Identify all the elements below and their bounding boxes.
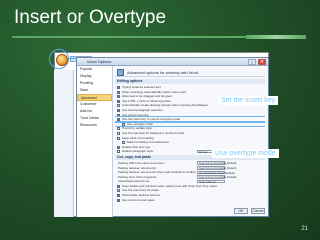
advanced-options-icon (117, 69, 124, 76)
section-heading: Editing options (115, 79, 265, 84)
option-checkbox[interactable] (122, 122, 125, 126)
slide-title: Insert or Overtype (14, 7, 167, 28)
option-label: Prompt to update style (122, 126, 153, 131)
option-checkbox[interactable] (117, 131, 120, 135)
word-document-strip (54, 70, 74, 217)
option-label: Pasting between documents when style def… (118, 170, 197, 175)
close-icon[interactable]: ✕ (258, 59, 266, 65)
option-label: Pasting between documents: (118, 165, 157, 170)
option-dropdown[interactable]: In line with text (197, 179, 225, 184)
option-checkbox[interactable] (117, 95, 120, 99)
nav-item-trust-center[interactable]: Trust Center (77, 115, 112, 122)
option-label: Use smart cut and paste (122, 197, 155, 202)
option-checkbox[interactable] (117, 99, 120, 103)
option-label: Enable click and type (122, 144, 151, 149)
option-checkbox[interactable] (117, 90, 120, 94)
option-checkbox[interactable] (117, 108, 120, 112)
option-label: Typing replaces selected text (122, 85, 161, 89)
option-label: Show Paste Options buttons (122, 193, 160, 198)
option-label: Use smart paragraph selection (122, 107, 163, 112)
nav-item-proofing[interactable]: Proofing (77, 80, 112, 87)
option-dropdown[interactable]: Keep Source Formatting (Default) (197, 166, 236, 170)
title-rule (12, 35, 306, 39)
option-label: Allow text to be dragged and dropped (122, 94, 172, 99)
dialog-title: Word Options (87, 59, 112, 64)
nav-item-advanced[interactable]: Advanced (77, 94, 112, 101)
option-label: Pasting from other programs: (118, 174, 157, 179)
option-checkbox[interactable] (117, 136, 120, 140)
option-checkbox[interactable] (117, 113, 120, 117)
office-button-highlight-circle (49, 49, 69, 69)
option-label: When selecting, automatically select ent… (122, 89, 187, 94)
option-checkbox[interactable] (117, 104, 120, 108)
nav-item-popular[interactable]: Popular (77, 66, 112, 73)
option-dropdown[interactable]: Keep Source Formatting (Default) (197, 161, 236, 165)
nav-item-save[interactable]: Save (77, 87, 112, 94)
option-dropdown[interactable]: Keep Source Formatting (Default) (197, 175, 236, 179)
option-checkbox[interactable] (117, 127, 120, 131)
banner-text: Advanced options for working with Word. (127, 70, 200, 75)
cancel-button[interactable]: Cancel (251, 208, 265, 214)
option-checkbox[interactable] (117, 118, 120, 122)
option-label: Use smart cursoring (122, 112, 149, 117)
option-label: Use overtype mode (127, 121, 154, 126)
title-rule-accent (246, 35, 306, 39)
callout-set-insert-key: Set the insert key (218, 96, 279, 105)
option-label: Keep track of formatting (122, 135, 154, 140)
options-banner: Advanced options for working with Word. (115, 68, 265, 77)
option-label: Mark formatting inconsistencies (127, 140, 170, 145)
option-label: Use the Insert key for paste (122, 188, 159, 193)
callout-use-overtype-mode: Use overtype mode (212, 149, 279, 158)
option-checkbox[interactable] (117, 189, 120, 193)
option-label: Keep bullets and numbers when pasting te… (122, 183, 218, 188)
help-icon[interactable]: ? (248, 59, 256, 65)
ok-button[interactable]: OK (234, 208, 248, 214)
option-label: Default paragraph style: (122, 149, 154, 154)
options-nav: Popular Display Proofing Save Advanced Custom… (77, 66, 113, 217)
option-checkbox[interactable] (117, 198, 120, 202)
option-label: Use the Insert key to control overtype m… (122, 117, 181, 122)
dialog-titlebar: Word Options ? ✕ (77, 58, 268, 66)
option-label: Insert/paste pictures as: (118, 179, 150, 184)
option-dropdown[interactable]: Use Destination Styles (Default) (197, 170, 234, 174)
options-content: Advanced options for working with Word. … (115, 68, 265, 204)
page-number: 21 (301, 226, 308, 232)
option-row[interactable]: Use smart cut and paste (115, 198, 265, 203)
nav-item-add-ins[interactable]: Add-Ins (77, 108, 112, 115)
option-checkbox[interactable] (122, 141, 125, 145)
option-checkbox[interactable] (117, 145, 120, 149)
option-label: Use CTRL + Click to follow hyperlink (122, 98, 171, 103)
option-label: Pasting within the same document: (118, 160, 165, 165)
word-options-dialog: Word Options ? ✕ Popular Display Proofing S… (76, 57, 269, 217)
nav-item-resources[interactable]: Resources (77, 122, 112, 129)
option-label: Automatically create drawing canvas when… (122, 103, 208, 108)
nav-item-display[interactable]: Display (77, 73, 112, 80)
option-checkbox[interactable] (117, 194, 120, 198)
option-checkbox[interactable] (117, 184, 120, 188)
option-label: Use Normal style for bulleted or numbere… (122, 130, 185, 135)
dialog-footer: OK Cancel (234, 208, 265, 214)
option-checkbox[interactable] (117, 86, 120, 89)
nav-item-customize[interactable]: Customize (77, 101, 112, 108)
option-checkbox[interactable] (117, 150, 120, 154)
